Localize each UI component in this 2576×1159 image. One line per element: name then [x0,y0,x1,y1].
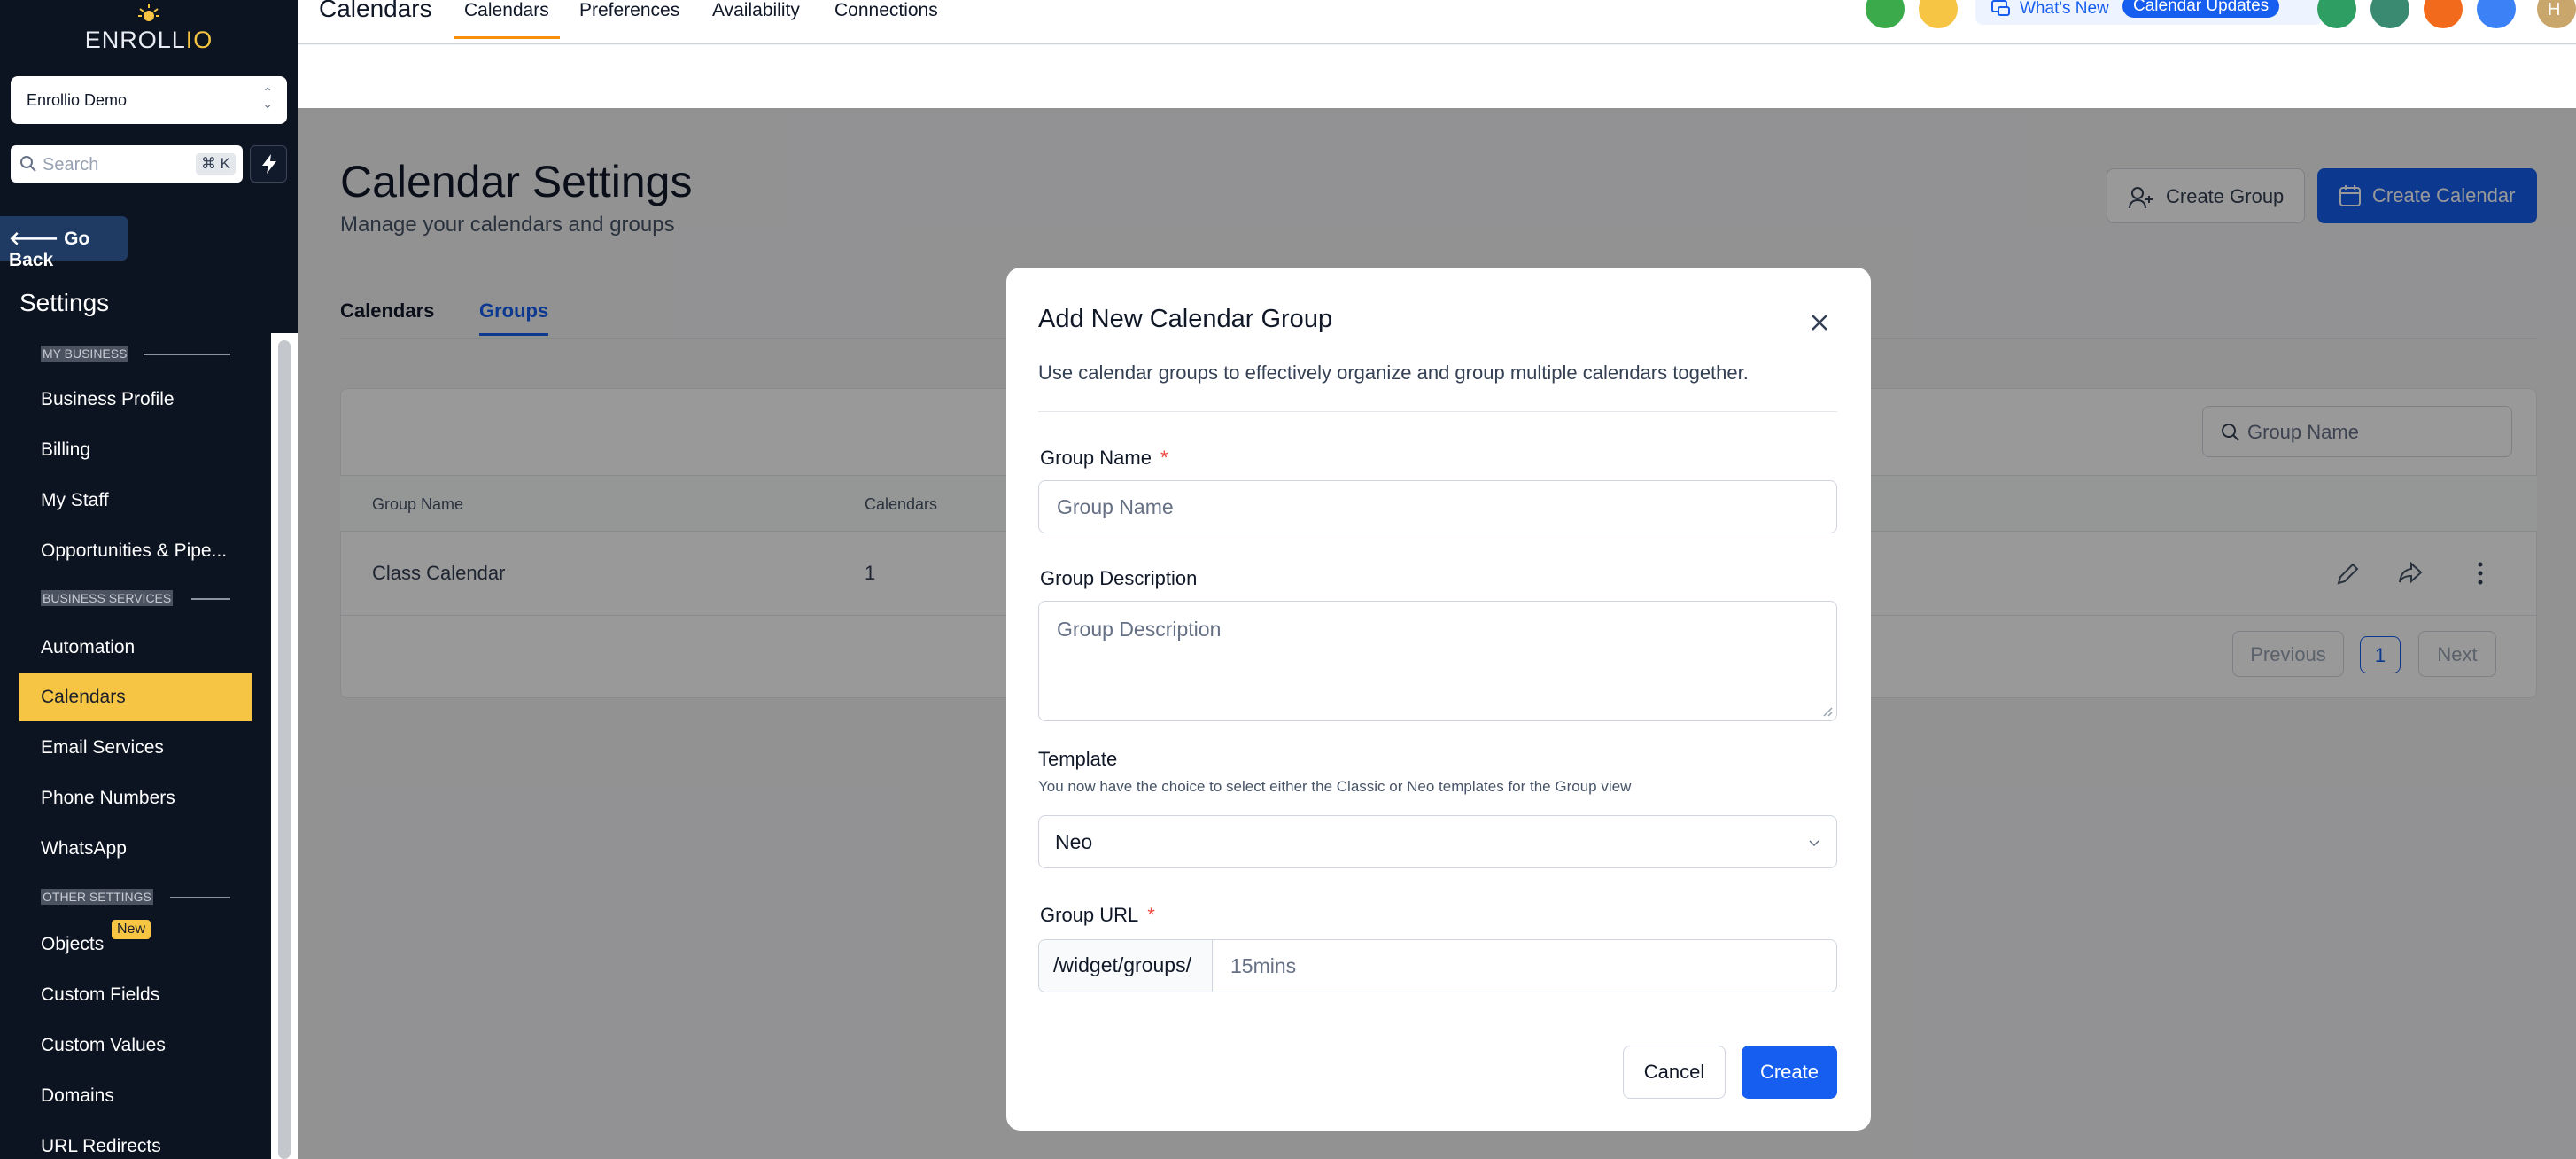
whats-new-banner[interactable]: What's New Calendar Updates [1975,0,2323,25]
avatar-initials: H [2548,0,2561,19]
section-divider [170,897,230,898]
sidebar-search[interactable]: Search ⌘ K [11,145,243,183]
group-name-field[interactable]: Group Name [1038,480,1837,533]
sidebar-item-custom-fields[interactable]: Custom Fields [41,984,159,1006]
account-name: Enrollio Demo [27,91,128,109]
quick-action-button[interactable] [250,145,287,183]
whats-new-label: What's New [2020,0,2109,18]
section-business-services: BUSINESS SERVICES [41,590,174,606]
arrow-left-icon: 🡐 [9,229,59,249]
section-my-business: MY BUSINESS [41,346,129,362]
chat-icon [1991,0,2010,16]
app-title: Calendars [319,0,432,22]
group-description-field[interactable]: Group Description [1038,601,1837,721]
brand-logo[interactable]: ENROLLIO [0,0,298,62]
required-marker: * [1147,904,1155,926]
sidebar-scrollbar-thumb[interactable] [278,340,291,1159]
template-select[interactable]: Neo [1038,815,1837,868]
announcement-icon[interactable] [2370,0,2409,28]
search-icon [20,156,36,172]
group-name-placeholder: Group Name [1057,495,1174,518]
section-divider [144,354,230,355]
create-button[interactable]: Create [1742,1046,1837,1099]
sun-logo-icon [138,4,159,21]
brand-name: ENROLLIO [84,27,213,53]
group-url-placeholder: 15mins [1230,954,1297,977]
required-marker: * [1160,447,1168,469]
close-icon[interactable] [1805,308,1834,337]
modal-title: Add New Calendar Group [1038,305,1333,333]
section-other-settings: OTHER SETTINGS [41,889,153,905]
tab-calendars[interactable]: Calendars [454,0,560,39]
cancel-button[interactable]: Cancel [1623,1046,1726,1099]
sidebar-item-automation[interactable]: Automation [41,637,135,658]
sidebar-item-business-profile[interactable]: Business Profile [41,389,175,410]
sidebar: ENROLLIO Enrollio Demo ⌃ ⌄ Search ⌘ K 🡐 G… [0,0,298,1159]
top-bar: Calendars Calendars Preferences Availabi… [298,0,2576,44]
new-badge: New [112,920,151,939]
megaphone-icon[interactable] [1866,0,1905,28]
sidebar-item-domains[interactable]: Domains [41,1085,114,1107]
group-description-placeholder: Group Description [1057,618,1222,641]
sidebar-item-email-services[interactable]: Email Services [41,737,164,758]
sidebar-item-phone-numbers[interactable]: Phone Numbers [41,788,175,809]
search-shortcut: ⌘ K [195,153,236,175]
lightning-icon [262,154,276,174]
user-avatar[interactable]: H [2537,0,2576,28]
template-label: Template [1038,748,1118,770]
notes-icon[interactable] [1919,0,1958,28]
template-help-text: You now have the choice to select either… [1038,778,1632,795]
help-icon[interactable] [2477,0,2516,28]
search-placeholder: Search [43,155,99,175]
account-switcher[interactable]: Enrollio Demo ⌃ ⌄ [11,76,287,124]
group-description-label: Group Description [1040,567,1198,589]
go-back-button[interactable]: 🡐 Go Back [0,216,128,270]
sidebar-item-url-redirects[interactable]: URL Redirects [41,1136,161,1157]
chevron-down-icon [1809,840,1819,847]
group-name-label: Group Name * [1040,447,1168,469]
sidebar-item-custom-values[interactable]: Custom Values [41,1035,166,1056]
resize-handle-icon[interactable] [1822,706,1833,717]
subheader-band [298,45,2576,108]
tab-connections[interactable]: Connections [834,0,938,21]
sidebar-item-my-staff[interactable]: My Staff [41,490,109,511]
modal-divider [1038,411,1837,412]
sidebar-item-billing[interactable]: Billing [41,439,90,461]
group-url-label: Group URL * [1040,904,1155,926]
bell-icon[interactable] [2424,0,2463,28]
phone-icon[interactable] [2317,0,2356,28]
calendar-updates-pill[interactable]: Calendar Updates [2122,0,2280,18]
section-divider [191,598,230,600]
sidebar-item-calendars[interactable]: Calendars [19,673,252,721]
group-url-prefix: /widget/groups/ [1039,940,1213,992]
template-selected-value: Neo [1055,830,1093,853]
tab-availability[interactable]: Availability [712,0,800,21]
group-url-field[interactable]: /widget/groups/ 15mins [1038,939,1837,992]
settings-title: Settings [19,289,110,316]
sidebar-item-objects[interactable]: Objects [41,934,104,955]
add-calendar-group-modal: Add New Calendar Group Use calendar grou… [1006,268,1871,1131]
chevron-up-down-icon: ⌃ ⌄ [262,85,273,111]
sidebar-item-whatsapp[interactable]: WhatsApp [41,838,127,860]
sidebar-item-opportunities[interactable]: Opportunities & Pipe... [41,541,227,562]
modal-description: Use calendar groups to effectively organ… [1038,362,1749,384]
tab-preferences[interactable]: Preferences [579,0,679,21]
